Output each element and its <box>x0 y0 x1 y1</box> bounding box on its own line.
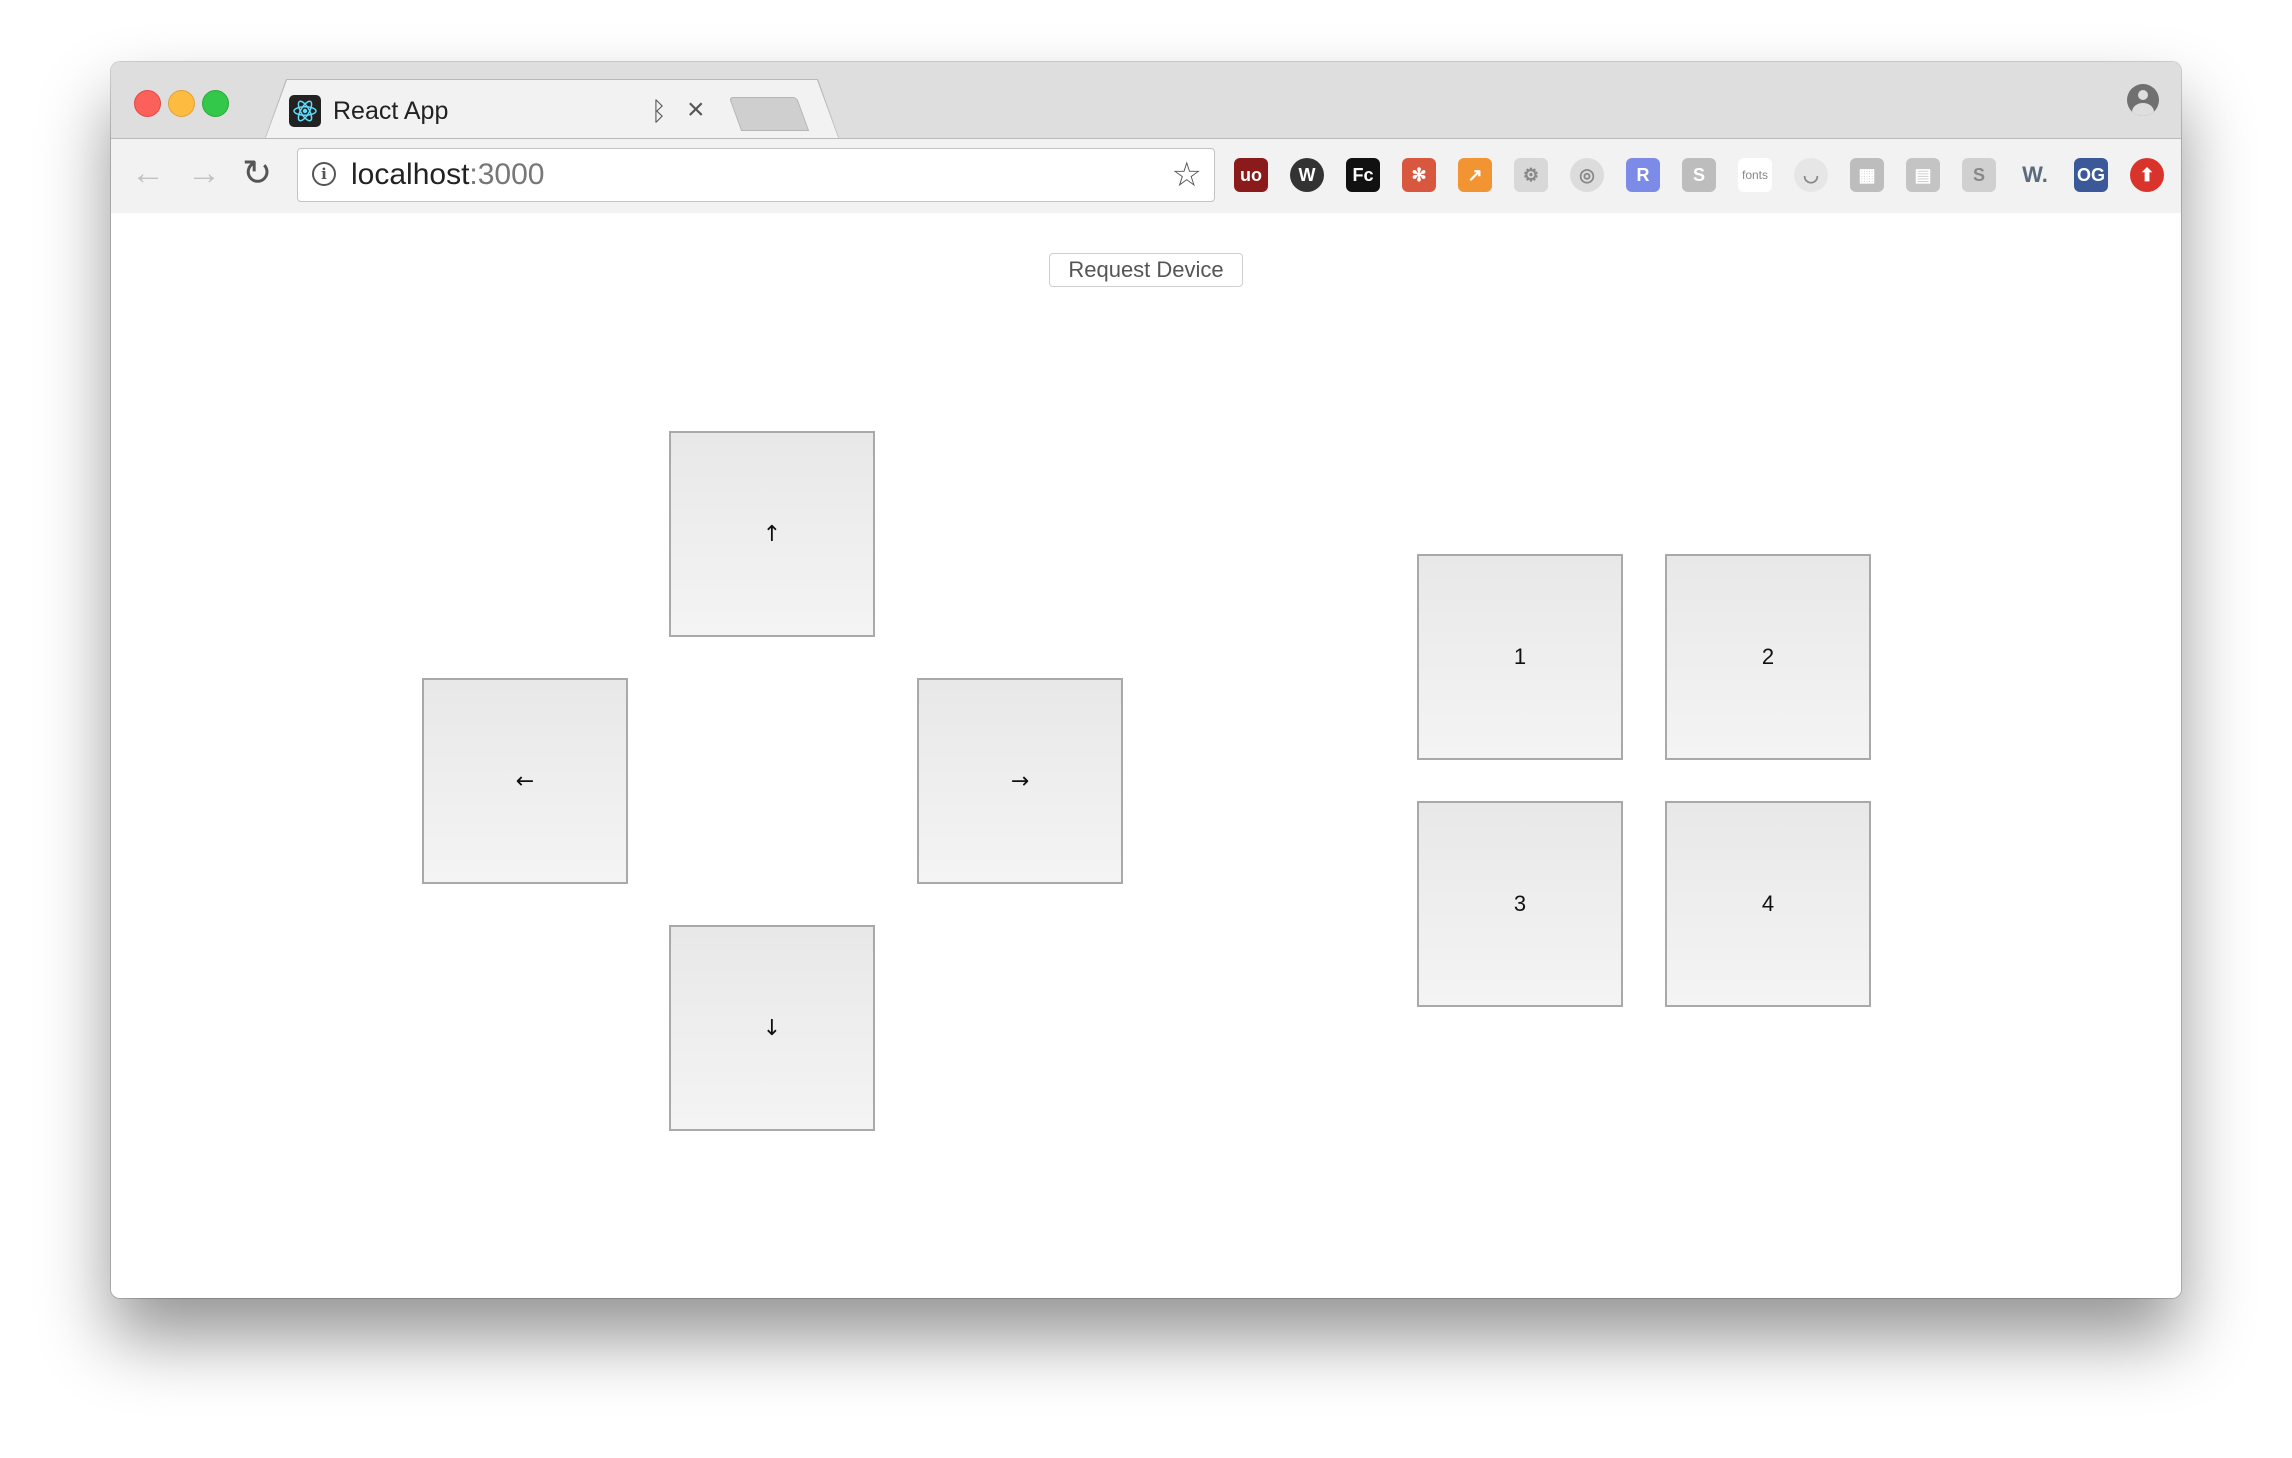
forward-button[interactable]: → <box>187 153 221 193</box>
target-ext-icon[interactable]: ◎ <box>1570 158 1604 192</box>
analytics-icon[interactable]: ↗ <box>1458 158 1492 192</box>
upload-ext-icon[interactable]: ⬆ <box>2130 158 2164 192</box>
url-port: :3000 <box>469 158 545 191</box>
window-close-button[interactable] <box>134 90 161 117</box>
browser-toolbar: ← → ↻ i localhost:3000 ☆ uo W Fc ✻ ↗ ⚙ ◎ R Sfont… <box>111 138 2181 214</box>
window-maximize-button[interactable] <box>202 90 229 117</box>
fc-icon[interactable]: Fc <box>1346 158 1380 192</box>
bookmark-star-icon[interactable]: ☆ <box>1172 155 1202 195</box>
react-favicon-icon <box>289 95 321 127</box>
request-device-button[interactable]: Request Device <box>1049 253 1243 287</box>
face-ext-icon[interactable]: ◡ <box>1794 158 1828 192</box>
reload-button[interactable]: ↻ <box>242 153 272 193</box>
address-bar[interactable]: i localhost:3000 ☆ <box>297 148 1215 202</box>
url-host: localhost <box>351 158 470 191</box>
info-icon[interactable]: i <box>312 162 336 186</box>
arrow-right-icon: → <box>1010 768 1030 794</box>
bluetooth-icon: ᛒ <box>651 96 667 126</box>
skype-icon[interactable]: S <box>1682 158 1716 192</box>
browser-window: React App ᛒ × ← → ↻ i localhost:3000 ☆ u… <box>111 62 2181 1298</box>
dpad-right-button[interactable]: → <box>917 678 1123 884</box>
back-button[interactable]: ← <box>131 153 165 193</box>
s-ext-icon[interactable]: S <box>1962 158 1996 192</box>
url-text[interactable]: localhost:3000 <box>351 157 544 193</box>
redux-r-icon[interactable]: R <box>1626 158 1660 192</box>
dpad-left-button[interactable]: ← <box>422 678 628 884</box>
number-button-3[interactable]: 3 <box>1417 801 1623 1007</box>
profile-icon[interactable] <box>2127 84 2159 116</box>
fonts-icon[interactable]: fonts <box>1738 158 1772 192</box>
number-button-2[interactable]: 2 <box>1665 554 1871 760</box>
arrow-down-icon: ↓ <box>762 1015 782 1041</box>
dpad-down-button[interactable]: ↓ <box>669 925 875 1131</box>
tab-close-button[interactable]: × <box>687 92 705 128</box>
w-ext-icon[interactable]: W. <box>2018 158 2052 192</box>
number-button-4[interactable]: 4 <box>1665 801 1871 1007</box>
gear-ext-icon[interactable]: ⚙ <box>1514 158 1548 192</box>
tab-strip: React App ᛒ × <box>111 62 2181 138</box>
wappalyzer-icon[interactable]: W <box>1290 158 1324 192</box>
tab-title: React App <box>333 97 449 125</box>
react-devtools-icon[interactable]: ✻ <box>1402 158 1436 192</box>
og-icon[interactable]: OG <box>2074 158 2108 192</box>
ublock-icon[interactable]: uo <box>1234 158 1268 192</box>
number-button-1[interactable]: 1 <box>1417 554 1623 760</box>
arrow-up-icon: ↑ <box>762 521 782 547</box>
chart-ext-icon[interactable]: ▤ <box>1906 158 1940 192</box>
new-tab-button[interactable] <box>728 97 810 131</box>
page-content: Request Device ↑ ← → ↓ 1 2 3 4 <box>111 213 2181 1298</box>
arrow-left-icon: ← <box>515 768 535 794</box>
image-ext-icon[interactable]: ▦ <box>1850 158 1884 192</box>
dpad-up-button[interactable]: ↑ <box>669 431 875 637</box>
window-minimize-button[interactable] <box>168 90 195 117</box>
